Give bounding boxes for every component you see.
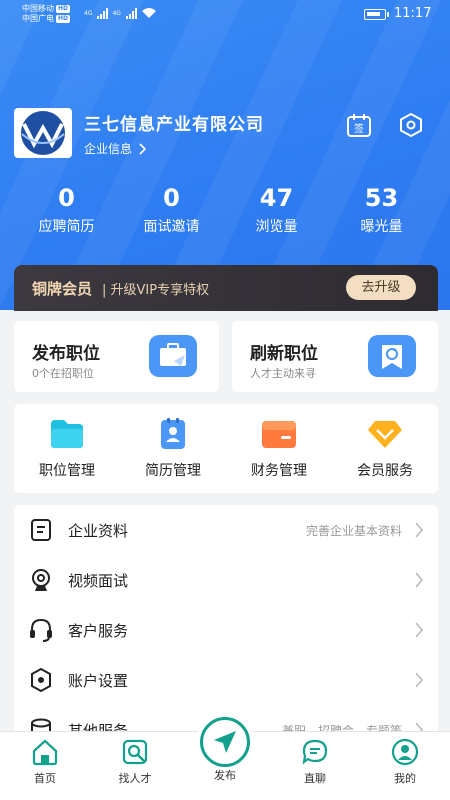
- carrier-2: 中国广电: [22, 14, 54, 23]
- refresh-job-subtitle: 人才主动来寻: [250, 367, 316, 380]
- stat-interviews[interactable]: 0 面试邀请: [119, 184, 224, 236]
- vip-banner[interactable]: 铜牌会员 | 升级VIP专享特权 去升级: [14, 265, 438, 311]
- stat-resumes[interactable]: 0 应聘简历: [14, 184, 119, 236]
- stat-value: 0: [58, 184, 75, 212]
- menu-item-company-profile[interactable]: 企业资料 完善企业基本资料: [14, 505, 438, 555]
- company-info-link[interactable]: 企业信息: [84, 140, 147, 157]
- document-icon: [31, 519, 51, 541]
- upgrade-button[interactable]: 去升级: [346, 275, 416, 300]
- company-logo[interactable]: [14, 108, 72, 158]
- network-label: 4G: [84, 9, 93, 17]
- publish-label: 发布: [214, 769, 236, 782]
- tab-home[interactable]: 首页: [15, 738, 75, 786]
- headset-icon: [30, 618, 52, 642]
- clock: 11:17: [394, 6, 432, 21]
- menu-hint: 完善企业基本资料: [305, 523, 402, 538]
- stat-label: 曝光量: [360, 219, 403, 235]
- settings-menu: 企业资料 完善企业基本资料 视频面试 客户服务 账户设置: [14, 505, 438, 745]
- camera-icon: [32, 569, 50, 591]
- vip-title: 铜牌会员: [32, 279, 93, 298]
- send-icon: [214, 731, 236, 753]
- stat-value: 0: [163, 184, 180, 212]
- menu-label: 视频面试: [68, 571, 129, 590]
- grid-label: 职位管理: [39, 463, 95, 479]
- menu-label: 企业资料: [68, 521, 129, 540]
- resume-icon: [161, 418, 185, 449]
- menu-label: 账户设置: [68, 671, 129, 690]
- tab-mine[interactable]: 我的: [375, 738, 435, 786]
- membership-service-item[interactable]: 会员服务: [332, 404, 438, 493]
- hd-badge: HD: [56, 15, 71, 23]
- profile-icon: [391, 738, 419, 766]
- network-label: 4G: [112, 9, 121, 17]
- chevron-right-icon: [415, 672, 424, 688]
- diamond-icon: [368, 421, 402, 448]
- chevron-right-icon: [139, 142, 147, 155]
- signal-icons: 4G 4G: [84, 7, 157, 19]
- carrier-info: 中国移动 HD 中国广电 HD: [22, 4, 71, 24]
- signal-icon: [97, 7, 109, 19]
- refresh-icon: [368, 335, 416, 377]
- resume-management-item[interactable]: 简历管理: [120, 404, 226, 493]
- tab-label: 首页: [34, 772, 56, 785]
- menu-item-account-settings[interactable]: 账户设置: [14, 655, 438, 705]
- chevron-right-icon: [415, 572, 424, 588]
- grid-label: 会员服务: [357, 463, 413, 479]
- chevron-right-icon: [415, 522, 424, 538]
- stat-value: 53: [364, 184, 399, 212]
- tab-label: 找人才: [118, 772, 152, 785]
- company-info-label: 企业信息: [84, 142, 133, 156]
- stat-value: 47: [259, 184, 294, 212]
- hexagon-settings-icon: [31, 667, 51, 693]
- post-job-subtitle: 0个在招职位: [32, 367, 94, 380]
- menu-label: 客户服务: [68, 621, 129, 640]
- briefcase-icon: [149, 335, 197, 377]
- stat-exposure[interactable]: 53 曝光量: [329, 184, 434, 236]
- stat-label: 面试邀请: [143, 219, 200, 235]
- refresh-job-title: 刷新职位: [250, 344, 318, 364]
- home-icon: [32, 739, 58, 766]
- menu-item-customer-service[interactable]: 客户服务: [14, 605, 438, 655]
- logo-icon: [21, 111, 65, 155]
- post-job-card[interactable]: 发布职位 0个在招职位: [14, 321, 219, 392]
- settings-icon[interactable]: [398, 112, 424, 138]
- folder-icon: [51, 420, 83, 448]
- search-talent-icon: [122, 739, 148, 765]
- tab-label: 直聊: [304, 772, 326, 785]
- stat-label: 应聘简历: [38, 219, 95, 235]
- signal-icon: [125, 7, 137, 19]
- chevron-right-icon: [415, 622, 424, 638]
- job-management-item[interactable]: 职位管理: [14, 404, 120, 493]
- grid-label: 财务管理: [251, 463, 307, 479]
- grid-label: 简历管理: [145, 463, 201, 479]
- finance-management-item[interactable]: 财务管理: [226, 404, 332, 493]
- stat-views[interactable]: 47 浏览量: [224, 184, 329, 236]
- stats-row: 0 应聘简历 0 面试邀请 47 浏览量 53 曝光量: [0, 184, 450, 236]
- status-bar: 中国移动 HD 中国广电 HD 4G 4G 11:17: [0, 0, 450, 30]
- company-name[interactable]: 三七信息产业有限公司: [84, 110, 264, 135]
- sign-label: 签: [354, 122, 364, 135]
- tab-find-talent[interactable]: 找人才: [105, 738, 165, 786]
- hd-badge: HD: [56, 5, 71, 13]
- sign-in-icon[interactable]: 签: [346, 112, 372, 138]
- refresh-job-card[interactable]: 刷新职位 人才主动来寻: [232, 321, 438, 392]
- post-job-title: 发布职位: [32, 344, 100, 364]
- publish-button[interactable]: [196, 713, 254, 771]
- tab-chat[interactable]: 直聊: [285, 738, 345, 786]
- wifi-icon: [141, 8, 156, 18]
- quick-actions: 职位管理 简历管理 财务管理 会员服务: [14, 404, 438, 493]
- publish-button-ring: [200, 717, 250, 767]
- tab-label: 我的: [394, 772, 416, 785]
- vip-subtitle: | 升级VIP专享特权: [102, 282, 210, 298]
- wallet-icon: [262, 421, 296, 448]
- stat-label: 浏览量: [255, 219, 298, 235]
- carrier-1: 中国移动: [22, 4, 54, 13]
- battery-icon: [364, 9, 389, 20]
- chat-icon: [302, 739, 328, 765]
- menu-item-video-interview[interactable]: 视频面试: [14, 555, 438, 605]
